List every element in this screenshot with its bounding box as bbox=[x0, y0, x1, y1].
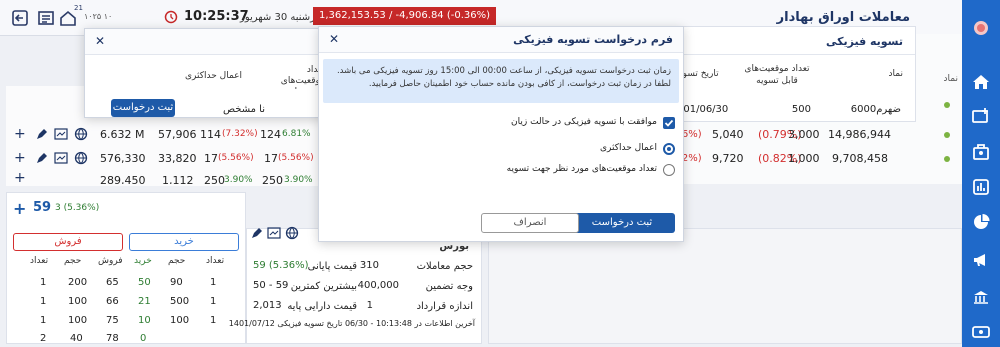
table-row: + 289,450 1,112 250 3.90% 250 3.90% bbox=[12, 172, 332, 184]
agree-label: موافقت با تسویه فیزیکی در حالت زیان bbox=[511, 117, 657, 127]
add-order-icon[interactable] bbox=[971, 106, 991, 126]
last-price-change: 3.90% bbox=[224, 175, 253, 184]
settlement-list-modal: ✕ اعمال حداکثری تعداد موقعیت‌های مورد نظ… bbox=[84, 28, 325, 118]
radio-position-count-label: تعداد موقعیت‌های مورد نظر جهت تسویه bbox=[506, 164, 657, 174]
settlement-title: تسویه فیزیکی bbox=[825, 35, 903, 48]
cell-unspecified: نا مشخص bbox=[223, 104, 265, 115]
close-icon[interactable]: ✕ bbox=[329, 32, 339, 46]
settle-count: 1,000 bbox=[788, 152, 820, 165]
edit-icon[interactable] bbox=[251, 227, 263, 239]
settlement-panel: تسویه فیزیکی نماد تعداد موقعیت‌های قابل … bbox=[675, 26, 916, 122]
chart-icon[interactable] bbox=[267, 227, 281, 239]
close-price: 124 bbox=[260, 128, 281, 141]
price-change: 3 (5.36%) bbox=[55, 203, 100, 213]
portfolio-icon[interactable] bbox=[971, 142, 991, 162]
col-symbol: نماد bbox=[888, 69, 903, 79]
row-count: 500 bbox=[791, 104, 811, 115]
edit-icon[interactable] bbox=[36, 128, 48, 140]
market-index-badge: 1,362,153.53 / -4,906.84 (-0.36%) bbox=[313, 7, 497, 25]
form-title: فرم درخواست تسویه فیزیکی bbox=[513, 33, 673, 46]
info-box: زمان ثبت درخواست تسویه فیزیکی، از ساعت 0… bbox=[323, 59, 679, 103]
chart-icon[interactable] bbox=[54, 128, 68, 140]
close-price-change: 3.90% bbox=[284, 175, 313, 184]
open-interest: 9,708,458 bbox=[832, 152, 888, 165]
add-icon[interactable]: + bbox=[14, 150, 26, 166]
info-panel: بورس حجم معاملات 310 قیمت پایانی 59 (5.3… bbox=[229, 226, 482, 344]
last-price-change: (7.32%) bbox=[222, 129, 258, 139]
submit-button[interactable]: ثبت درخواست bbox=[569, 213, 675, 233]
sell-tab[interactable]: فروش bbox=[13, 233, 123, 251]
row-date: 401/06/30 bbox=[677, 104, 729, 115]
close-price: 250 bbox=[262, 174, 283, 184]
volume-value: 289,450 bbox=[100, 174, 146, 184]
home-icon[interactable] bbox=[971, 72, 991, 92]
radio-max-exercise[interactable] bbox=[663, 143, 675, 155]
info-footer: آخرین اطلاعات در 10:13:48 - 06/30 تاریخ … bbox=[228, 319, 475, 328]
exchange-title: بورس bbox=[439, 241, 469, 252]
price-value: 9,720 bbox=[712, 152, 744, 165]
settle-count: 3,000 bbox=[788, 128, 820, 141]
status-dot bbox=[944, 102, 950, 108]
cancel-button[interactable]: انصراف bbox=[481, 213, 579, 233]
row-symbol: ضهرم6000 bbox=[850, 104, 901, 115]
depth-row: 1 100 66 21 500 1 bbox=[40, 296, 217, 307]
price-value: 5,040 bbox=[712, 128, 744, 141]
edit-icon[interactable] bbox=[36, 152, 48, 164]
submit-request-button[interactable]: ثبت درخواست bbox=[111, 99, 175, 117]
col-max-exercise: اعمال حداکثری bbox=[185, 71, 243, 81]
empty-panel bbox=[488, 228, 962, 344]
radio-max-exercise-label: اعمال حداکثری bbox=[599, 143, 657, 153]
depth-row: 1 200 65 50 90 1 bbox=[40, 277, 217, 288]
report-chart-icon[interactable] bbox=[971, 177, 991, 197]
open-interest: 14,986,944 bbox=[828, 128, 891, 141]
volume-value: 576,330 bbox=[100, 152, 146, 165]
chart-icon[interactable] bbox=[54, 152, 68, 164]
close-price: 17 bbox=[264, 152, 278, 165]
pie-chart-icon[interactable] bbox=[971, 212, 991, 232]
info-text: زمان ثبت درخواست تسویه فیزیکی، از ساعت 0… bbox=[336, 66, 671, 89]
time-prefix: ۱۰۲۵ ۱۰ bbox=[84, 12, 113, 21]
page-title: معاملات اوراق بهادار bbox=[776, 10, 910, 25]
radio-position-count[interactable] bbox=[663, 164, 675, 176]
count-value: 33,820 bbox=[158, 152, 197, 165]
ticker-icon[interactable] bbox=[36, 8, 56, 28]
symbol-column-header: نماد bbox=[943, 74, 958, 84]
settlement-form-modal: ✕ فرم درخواست تسویه فیزیکی زمان ثبت درخو… bbox=[318, 26, 684, 242]
status-icon[interactable] bbox=[971, 18, 991, 38]
globe-icon[interactable] bbox=[74, 151, 88, 165]
buy-tab[interactable]: خرید bbox=[129, 233, 239, 251]
bank-transfer-icon[interactable] bbox=[971, 288, 991, 308]
count-value: 1,112 bbox=[162, 174, 194, 184]
price-value: 59 bbox=[33, 200, 52, 215]
globe-icon[interactable] bbox=[285, 226, 299, 240]
last-price: 250 bbox=[204, 174, 225, 184]
count-value: 57,906 bbox=[158, 128, 197, 141]
close-price-change: (5.56%) bbox=[278, 153, 314, 163]
clock-icon bbox=[164, 10, 178, 24]
add-icon[interactable]: + bbox=[14, 126, 26, 142]
depth-row: 2 40 78 0 bbox=[40, 333, 147, 344]
col-settle-count: تعداد موقعیت‌های قابل تسویه bbox=[744, 64, 810, 86]
close-price-change: 6.81% bbox=[282, 129, 311, 139]
agree-checkbox[interactable] bbox=[663, 117, 675, 129]
add-icon[interactable]: + bbox=[14, 172, 26, 184]
close-icon[interactable]: ✕ bbox=[95, 34, 105, 48]
last-price: 17 bbox=[204, 152, 218, 165]
logout-icon[interactable] bbox=[10, 8, 30, 28]
add-icon[interactable]: + bbox=[13, 199, 26, 218]
notification-count: 21 bbox=[74, 4, 83, 12]
announcement-icon[interactable] bbox=[971, 250, 991, 270]
ticket-icon[interactable] bbox=[971, 322, 991, 342]
depth-header: تعداد حجم فروش خرید حجم تعداد bbox=[30, 256, 225, 266]
globe-icon[interactable] bbox=[74, 127, 88, 141]
volume-value: 6.632 M bbox=[100, 128, 145, 141]
sidebar bbox=[962, 0, 1000, 347]
depth-row: 1 100 75 10 100 1 bbox=[40, 315, 217, 326]
last-price-change: (5.56%) bbox=[218, 153, 254, 163]
clock-time: 10:25:37 bbox=[184, 9, 249, 24]
last-price: 114 bbox=[200, 128, 221, 141]
